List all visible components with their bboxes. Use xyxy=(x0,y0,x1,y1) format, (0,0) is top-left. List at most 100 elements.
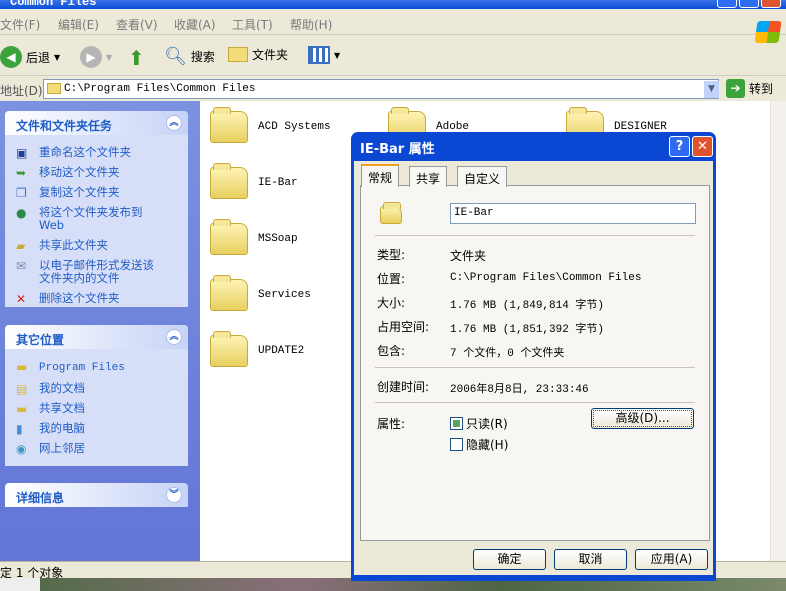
vertical-scrollbar[interactable] xyxy=(770,101,786,561)
views-icon xyxy=(308,46,330,64)
go-label: 转到 xyxy=(749,82,774,96)
search-button[interactable]: 🔍︎ 搜索 xyxy=(164,46,215,67)
task-move[interactable]: ➥ 移动这个文件夹 xyxy=(5,165,188,181)
folder-name: IE-Bar xyxy=(258,177,298,189)
task-share[interactable]: ▰ 共享此文件夹 xyxy=(5,239,188,254)
other-places-header[interactable]: 其它位置 ︽ xyxy=(5,325,188,349)
folder-icon xyxy=(210,107,248,143)
expand-icon[interactable]: ︾ xyxy=(166,487,182,503)
folder-name: UPDATE2 xyxy=(258,345,305,357)
contains-label: 包含: xyxy=(377,344,406,358)
task-publish-web[interactable]: ● 将这个文件夹发布到 Web xyxy=(5,206,188,232)
maximize-button[interactable] xyxy=(739,0,759,8)
dialog-title: IE-Bar 属性 xyxy=(360,142,435,157)
help-button[interactable]: ? xyxy=(669,136,690,157)
attributes-label: 属性: xyxy=(377,417,406,431)
address-input[interactable]: C:\Program Files\Common Files xyxy=(43,79,719,99)
close-button[interactable] xyxy=(761,0,781,8)
folder-icon xyxy=(210,163,248,199)
folder-icon xyxy=(228,47,248,62)
delete-icon: ✕ xyxy=(16,292,27,306)
place-my-computer[interactable]: ▮ 我的电脑 xyxy=(5,422,188,437)
folder-item[interactable]: ACD Systems xyxy=(210,107,331,143)
size-on-disk-value: 1.76 MB (1,851,392 字节) xyxy=(450,324,605,336)
folder-item[interactable]: Services xyxy=(210,275,311,311)
address-dropdown-icon[interactable]: ▼ xyxy=(704,81,719,98)
menu-tools[interactable]: 工具(T) xyxy=(232,16,273,33)
views-button[interactable]: ▼ xyxy=(308,46,340,64)
forward-arrow-icon: ▶ xyxy=(80,46,102,68)
details-header[interactable]: 详细信息 ︾ xyxy=(5,483,188,507)
divider xyxy=(375,367,695,368)
task-rename[interactable]: ▣ 重命名这个文件夹 xyxy=(5,146,188,161)
details-panel: 详细信息 ︾ xyxy=(5,483,188,507)
minimize-button[interactable] xyxy=(717,0,737,8)
file-tasks-panel: 文件和文件夹任务 ︽ ▣ 重命名这个文件夹 ➥ 移动这个文件夹 ❐ 复制这个文件夹 ● 将… xyxy=(5,111,188,307)
type-value: 文件夹 xyxy=(450,249,487,263)
folder-icon: ▬ xyxy=(16,402,28,416)
documents-icon: ▤ xyxy=(16,382,28,396)
folder-icon xyxy=(210,275,248,311)
up-arrow-icon: ⬆ xyxy=(128,46,145,70)
size-label: 大小: xyxy=(377,296,406,310)
other-places-panel: 其它位置 ︽ ▬ Program Files ▤ 我的文档 ▬ 共享文档 ▮ 我的电脑 ◉… xyxy=(5,325,188,466)
tab-customize[interactable]: 自定义 xyxy=(457,166,508,187)
place-label: 网上邻居 xyxy=(39,441,85,455)
apply-button[interactable]: 应用(A) xyxy=(635,549,708,570)
folder-item[interactable]: IE-Bar xyxy=(210,163,298,199)
menu-favorites[interactable]: 收藏(A) xyxy=(174,16,216,33)
cancel-button[interactable]: 取消 xyxy=(554,549,627,570)
folder-item[interactable]: MSSoap xyxy=(210,219,298,255)
location-value: C:\Program Files\Common Files xyxy=(450,272,642,284)
folders-button[interactable]: 文件夹 xyxy=(228,46,288,63)
task-pane: 文件和文件夹任务 ︽ ▣ 重命名这个文件夹 ➥ 移动这个文件夹 ❐ 复制这个文件夹 ● 将… xyxy=(0,101,200,561)
place-network[interactable]: ◉ 网上邻居 xyxy=(5,441,188,457)
go-button[interactable]: ➔ 转到 xyxy=(726,79,773,98)
properties-dialog: IE-Bar 属性 ? ✕ IE-Bar 类型: 文件夹 位置: C:\Progra… xyxy=(351,132,716,581)
divider xyxy=(375,402,695,403)
created-label: 创建时间: xyxy=(377,380,430,394)
hidden-checkbox[interactable]: 隐藏(H) xyxy=(450,436,508,453)
share-folder-icon: ▰ xyxy=(16,239,26,253)
folder-name-input[interactable]: IE-Bar xyxy=(450,203,696,224)
task-label: 移动这个文件夹 xyxy=(39,165,120,179)
general-tab-panel: IE-Bar 类型: 文件夹 位置: C:\Program Files\Common… xyxy=(360,185,710,541)
task-email[interactable]: ✉ 以电子邮件形式发送该 文件夹内的文件 xyxy=(5,259,188,285)
move-icon: ➥ xyxy=(16,166,27,180)
dialog-close-button[interactable]: ✕ xyxy=(692,136,713,157)
collapse-icon[interactable]: ︽ xyxy=(166,329,182,345)
file-tasks-header[interactable]: 文件和文件夹任务 ︽ xyxy=(5,111,188,135)
menu-edit[interactable]: 编辑(E) xyxy=(58,16,99,33)
address-label: 地址(D) xyxy=(0,84,43,98)
folder-item[interactable]: UPDATE2 xyxy=(210,331,305,367)
back-button[interactable]: ◀ 后退 ▼ xyxy=(0,46,60,68)
location-label: 位置: xyxy=(377,272,406,286)
place-label: 共享文档 xyxy=(39,401,85,415)
collapse-icon[interactable]: ︽ xyxy=(166,115,182,131)
task-copy[interactable]: ❐ 复制这个文件夹 xyxy=(5,185,188,201)
forward-button[interactable]: ▶ ▼ xyxy=(80,46,112,68)
task-label: 复制这个文件夹 xyxy=(39,185,120,199)
computer-icon: ▮ xyxy=(16,422,23,436)
divider xyxy=(375,235,695,236)
place-program-files[interactable]: ▬ Program Files xyxy=(5,360,188,375)
type-label: 类型: xyxy=(377,248,406,262)
up-folder-button[interactable]: ⬆ xyxy=(128,46,145,70)
task-delete[interactable]: ✕ 删除这个文件夹 xyxy=(5,292,188,307)
place-my-documents[interactable]: ▤ 我的文档 xyxy=(5,382,188,397)
readonly-label: 只读(R) xyxy=(466,417,508,431)
tab-general[interactable]: 常规 xyxy=(361,164,400,187)
tab-sharing[interactable]: 共享 xyxy=(409,166,448,187)
menu-file[interactable]: 文件(F) xyxy=(0,16,40,33)
ok-button[interactable]: 确定 xyxy=(473,549,546,570)
title-bar: Common Files xyxy=(0,0,786,9)
checkbox-unchecked xyxy=(450,438,463,451)
advanced-button[interactable]: 高级(D)... xyxy=(591,408,694,429)
menu-view[interactable]: 查看(V) xyxy=(116,16,158,33)
place-shared-documents[interactable]: ▬ 共享文档 xyxy=(5,401,188,417)
checkbox-indeterminate xyxy=(450,417,463,430)
folders-label: 文件夹 xyxy=(252,48,289,62)
menu-help[interactable]: 帮助(H) xyxy=(290,16,332,33)
readonly-checkbox[interactable]: 只读(R) xyxy=(450,415,508,432)
folder-name: Services xyxy=(258,289,311,301)
